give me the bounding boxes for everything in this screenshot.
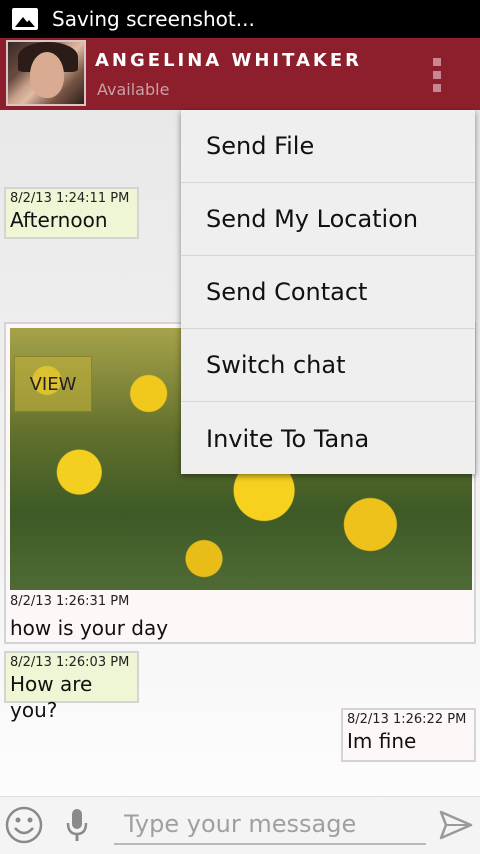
- message-text: How are you?: [10, 672, 93, 722]
- smiley-icon[interactable]: [4, 805, 44, 845]
- menu-item-switch-chat[interactable]: Switch chat: [181, 329, 475, 402]
- message-time: 8/2/13 1:26:22 PM: [347, 712, 467, 727]
- message-text: Im fine: [347, 729, 417, 753]
- contact-name: ANGELINA WHITAKER: [95, 50, 363, 71]
- message-outgoing[interactable]: 8/2/13 1:26:22 PM Im fine: [341, 708, 476, 762]
- view-button[interactable]: VIEW: [14, 356, 92, 412]
- image-icon: [12, 8, 38, 30]
- status-bar: Saving screenshot...: [0, 0, 480, 38]
- message-text: how is your day: [10, 616, 169, 640]
- overflow-menu-icon[interactable]: [426, 58, 448, 92]
- message-time: 8/2/13 1:24:11 PM: [10, 191, 130, 206]
- message-composer: [0, 796, 480, 854]
- microphone-icon[interactable]: [64, 807, 90, 843]
- message-time: 8/2/13 1:26:31 PM: [10, 594, 130, 609]
- menu-item-send-file[interactable]: Send File: [181, 110, 475, 183]
- message-input[interactable]: [114, 805, 426, 845]
- message-time: 8/2/13 1:26:03 PM: [10, 655, 130, 670]
- message-text: Afternoon: [10, 208, 108, 232]
- menu-item-invite[interactable]: Invite To Tana: [181, 402, 475, 475]
- send-icon[interactable]: [438, 807, 474, 843]
- status-text: Saving screenshot...: [52, 7, 255, 31]
- avatar[interactable]: [6, 40, 86, 106]
- menu-item-send-contact[interactable]: Send Contact: [181, 256, 475, 329]
- chat-header: ANGELINA WHITAKER Available: [0, 38, 480, 110]
- message-incoming[interactable]: 8/2/13 1:26:03 PM How are you?: [4, 651, 139, 722]
- menu-item-send-location[interactable]: Send My Location: [181, 183, 475, 256]
- message-incoming[interactable]: 8/2/13 1:24:11 PM Afternoon: [4, 187, 139, 239]
- contact-status: Available: [97, 80, 170, 99]
- attachment-menu: Send File Send My Location Send Contact …: [181, 110, 475, 474]
